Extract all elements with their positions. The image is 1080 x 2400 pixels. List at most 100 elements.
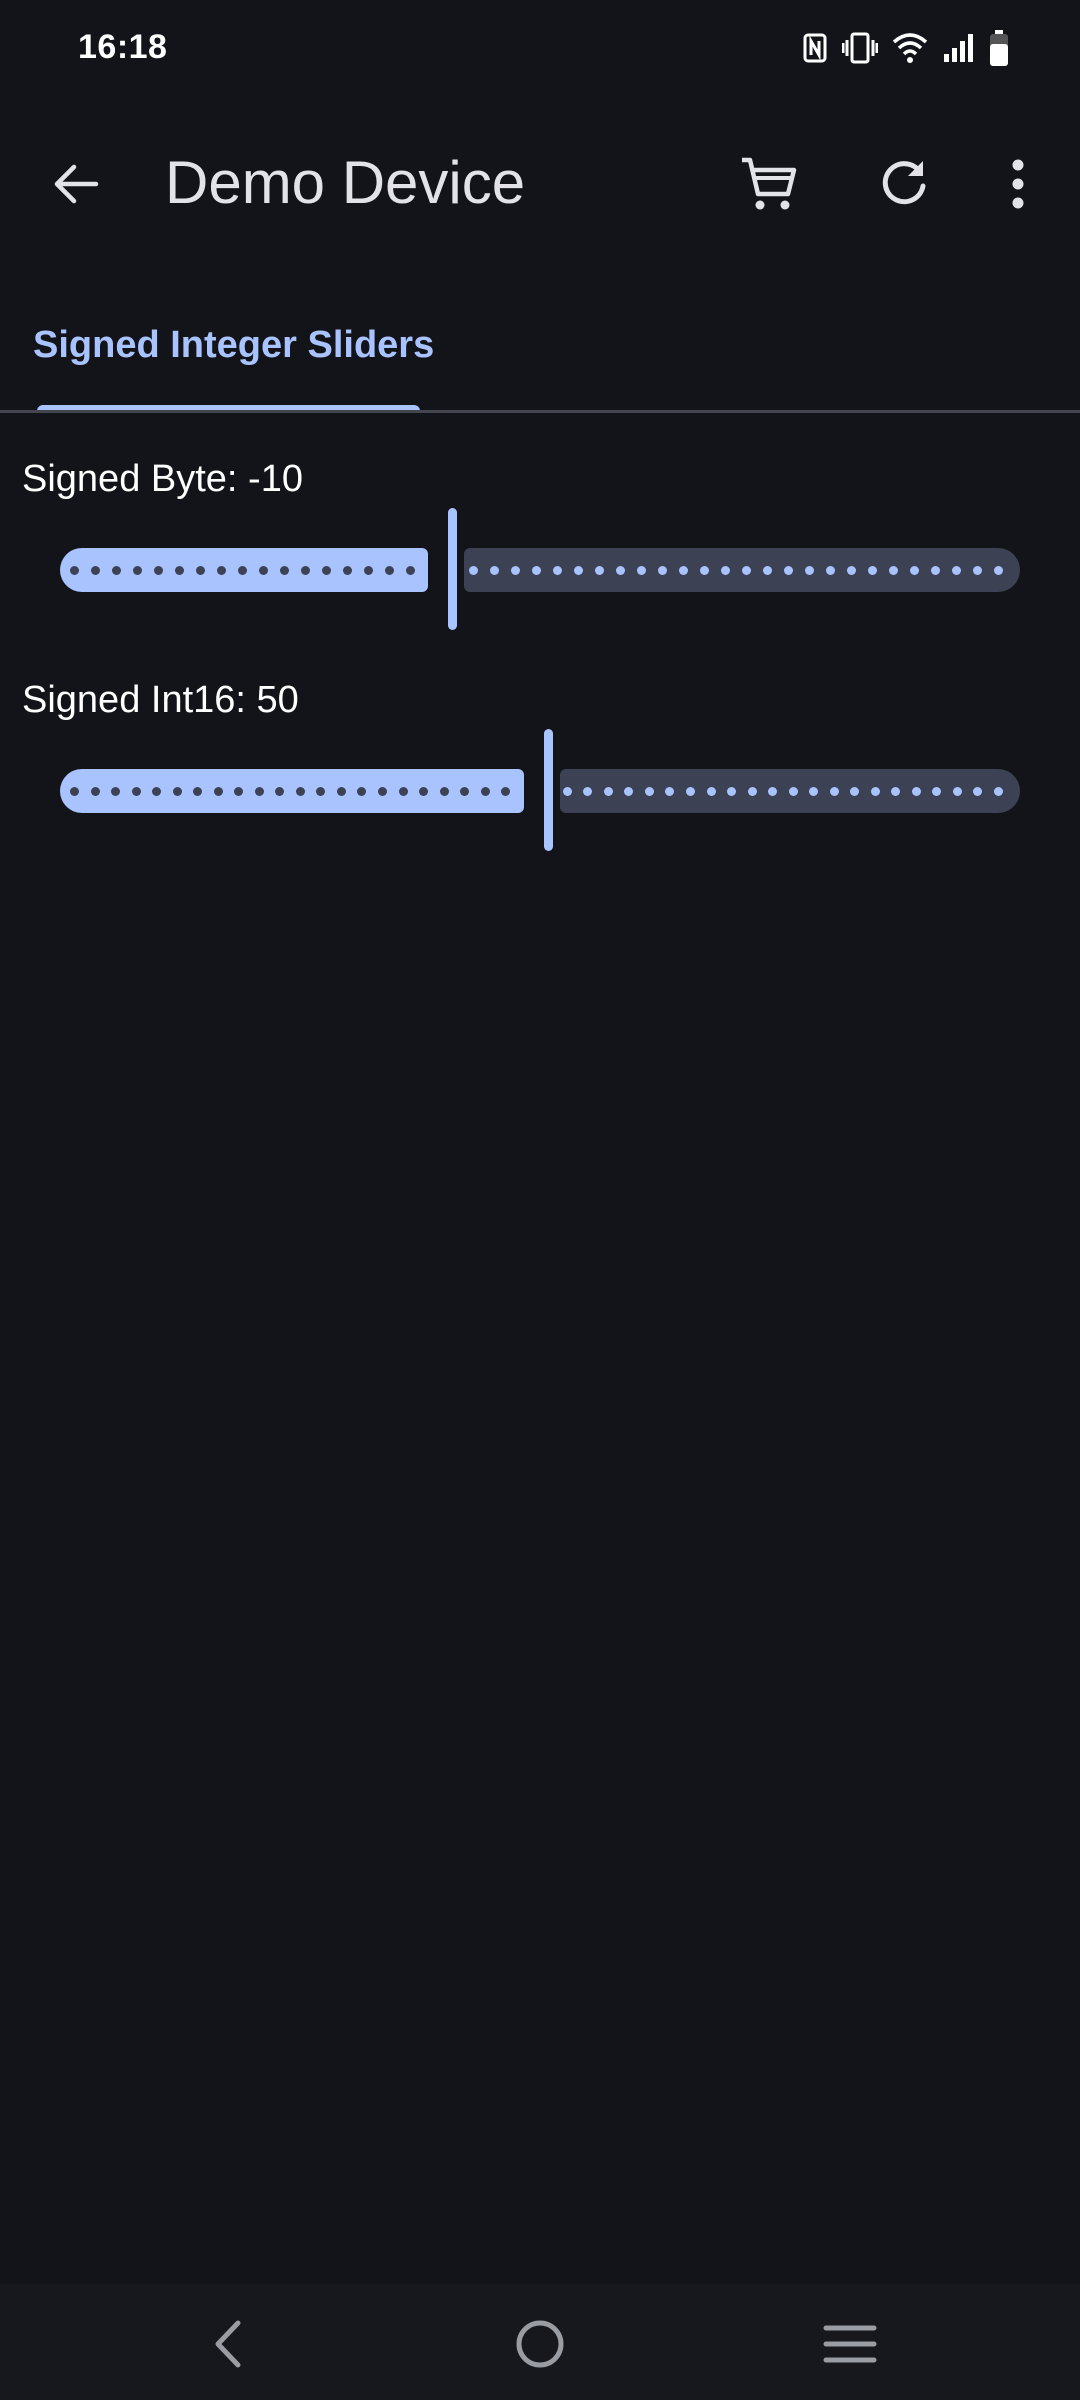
slider-tick [637, 566, 646, 575]
slider-tick [490, 566, 499, 575]
slider-tick [910, 566, 919, 575]
slider-value: 50 [256, 679, 299, 721]
vibrate-icon [842, 31, 878, 65]
signed-int16-slider-block: Signed Int16: 50 [0, 679, 1080, 869]
slider-tick [742, 566, 751, 575]
back-button[interactable] [28, 136, 124, 232]
cart-button[interactable] [720, 136, 816, 232]
status-icons [802, 28, 1010, 68]
slider-tick [70, 566, 79, 575]
slider-tick [562, 787, 572, 796]
slider-tick [90, 787, 100, 796]
system-nav-bar [0, 2284, 1080, 2400]
refresh-button[interactable] [856, 136, 952, 232]
slider-tick [603, 787, 613, 796]
system-recents-button[interactable] [800, 2294, 900, 2394]
slider-tick [175, 566, 184, 575]
slider-tick [788, 787, 798, 796]
page-title: Demo Device [165, 149, 526, 216]
slider-tick [439, 787, 449, 796]
menu-lines-icon [823, 2325, 877, 2363]
slider-tick [747, 787, 757, 796]
battery-icon [988, 29, 1010, 67]
slider-label: Signed Int16: 50 [22, 679, 299, 722]
slider-tick [847, 566, 856, 575]
slider-tick [343, 566, 352, 575]
status-bar: 16:18 [0, 0, 1080, 96]
slider-tick [196, 566, 205, 575]
home-circle-icon [516, 2320, 564, 2368]
slider-tick [644, 787, 654, 796]
tab-row: Signed Integer Sliders [0, 300, 1080, 413]
slider-tick [532, 566, 541, 575]
slider-tick [112, 566, 121, 575]
slider-tick [973, 566, 982, 575]
slider-tick [364, 566, 373, 575]
slider-tick [301, 566, 310, 575]
slider-tick [686, 787, 695, 796]
slider-tick [706, 787, 716, 796]
slider-thumb[interactable] [544, 729, 553, 851]
slider-tick [480, 787, 490, 796]
slider-tick [133, 566, 142, 575]
slider-tick [911, 787, 921, 796]
slider-tick [658, 566, 667, 575]
slider-tick [952, 787, 962, 796]
slider-label: Signed Byte: -10 [22, 458, 303, 501]
slider-tick [213, 787, 223, 796]
slider-tick [322, 566, 331, 575]
slider-tick [254, 787, 264, 796]
nfc-icon [802, 31, 828, 65]
slider-tick [154, 566, 163, 575]
signed-byte-slider[interactable] [60, 508, 1020, 638]
status-time: 16:18 [78, 28, 168, 66]
slider-tick [259, 566, 268, 575]
slider-tick [826, 566, 835, 575]
slider-tick [553, 566, 562, 575]
slider-tick [595, 566, 604, 575]
chevron-left-icon [215, 2320, 241, 2368]
slider-tick [378, 787, 387, 796]
slider-active-track [60, 769, 524, 813]
tab-signed-integer-sliders[interactable]: Signed Integer Sliders [0, 300, 456, 413]
slider-tick [574, 566, 583, 575]
slider-tick [616, 566, 625, 575]
slider-tick [280, 566, 289, 575]
slider-tick [994, 787, 1003, 796]
tab-divider [0, 410, 1080, 413]
slider-tick [385, 566, 394, 575]
arrow-back-icon [54, 164, 99, 204]
slider-tick [784, 566, 793, 575]
system-home-button[interactable] [490, 2294, 590, 2394]
slider-tick [217, 566, 226, 575]
slider-tick [111, 787, 121, 796]
more-options-button[interactable] [970, 136, 1066, 232]
slider-tick [727, 787, 737, 796]
signed-int16-slider[interactable] [60, 729, 1020, 859]
cart-icon [742, 157, 797, 210]
slider-tick [511, 566, 520, 575]
slider-label-prefix: Signed Int16: [22, 679, 257, 721]
slider-tick [91, 566, 100, 575]
slider-tick [994, 566, 1003, 575]
slider-tick [763, 566, 772, 575]
slider-tick [931, 566, 940, 575]
slider-tick [469, 566, 478, 575]
slider-tick [700, 566, 709, 575]
slider-tick [336, 787, 346, 796]
more-vert-icon [1012, 159, 1024, 209]
slider-tick [805, 566, 814, 575]
signed-byte-slider-block: Signed Byte: -10 [0, 458, 1080, 648]
slider-tick [829, 787, 839, 796]
slider-tick [419, 787, 429, 796]
slider-thumb[interactable] [448, 508, 457, 630]
slider-tick [238, 566, 247, 575]
slider-tick [889, 566, 898, 575]
signal-icon [942, 32, 974, 64]
wifi-icon [892, 32, 928, 64]
slider-tick [295, 787, 305, 796]
tab-label: Signed Integer Sliders [33, 324, 435, 366]
system-back-button[interactable] [178, 2294, 278, 2394]
slider-value: -10 [248, 458, 303, 500]
slider-tick [131, 787, 141, 796]
